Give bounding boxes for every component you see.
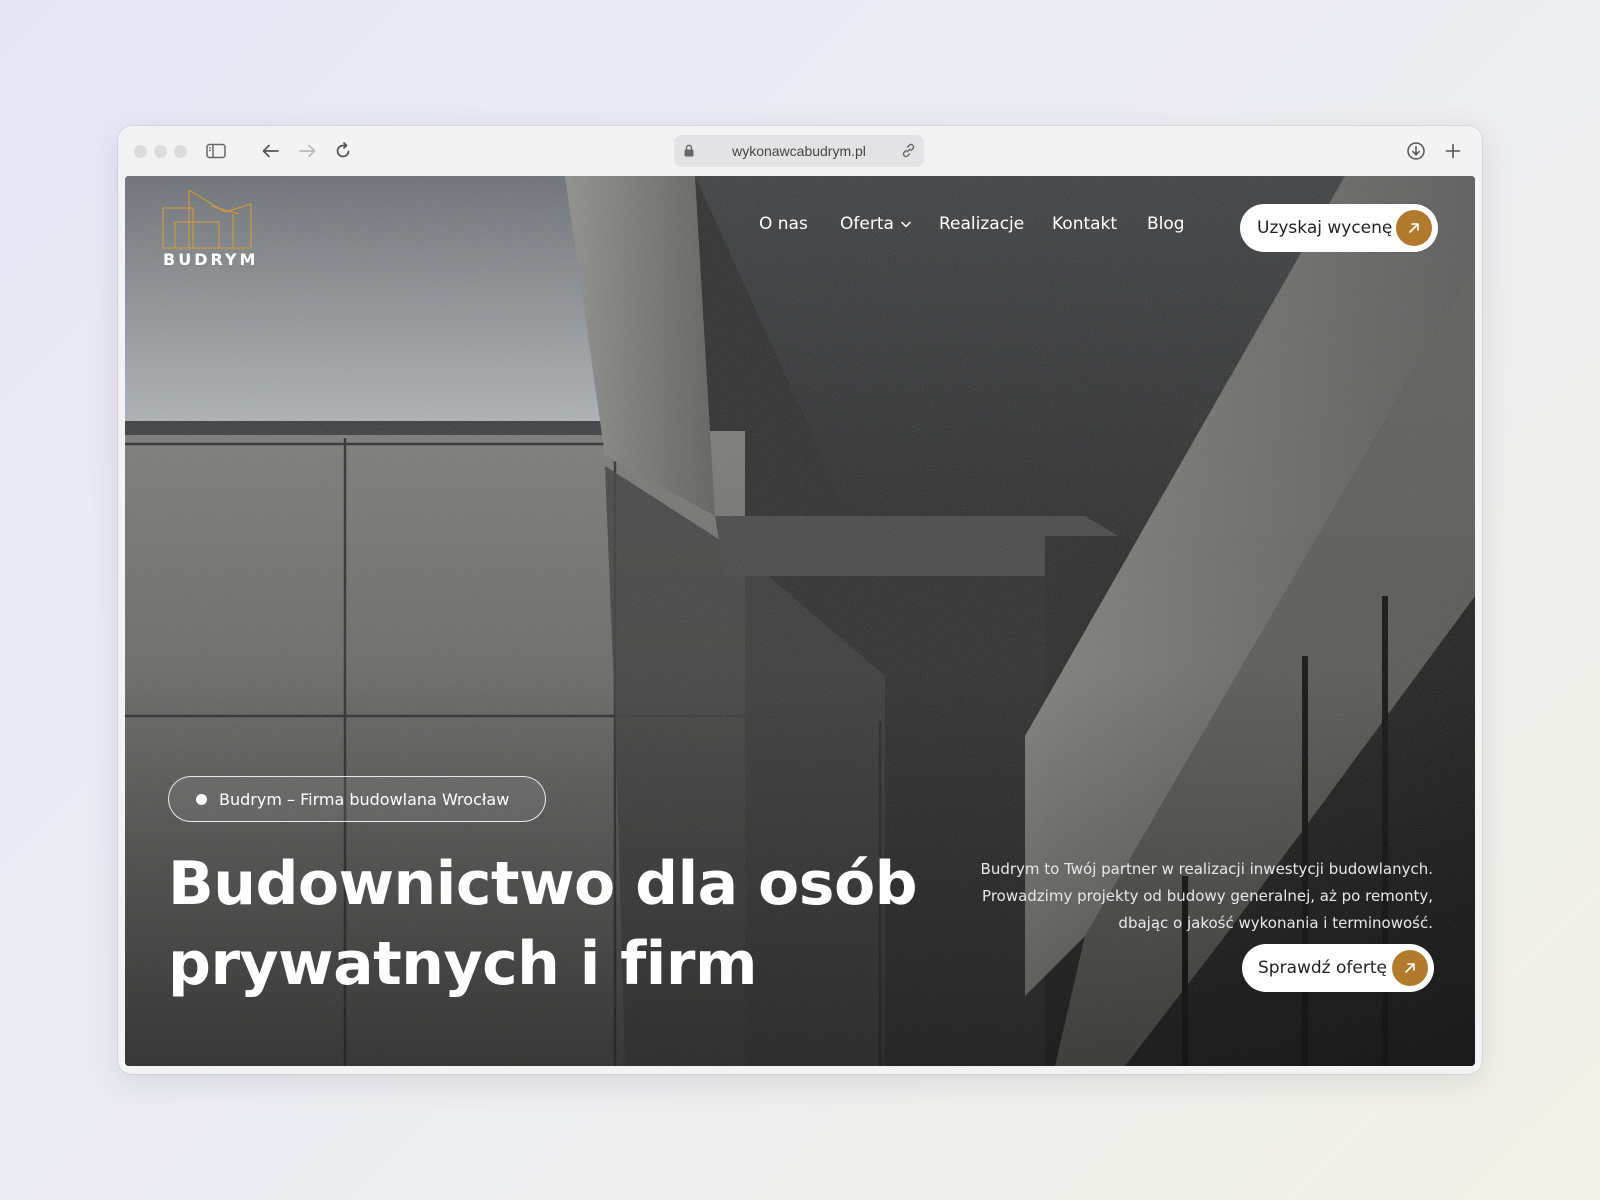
hero-headline-line2: prywatnych i firm [168, 929, 757, 999]
close-window-button[interactable] [134, 145, 147, 158]
hero-badge-text: Budrym – Firma budowlana Wrocław [219, 789, 510, 809]
zoom-window-button[interactable] [174, 145, 187, 158]
chevron-down-icon [901, 221, 912, 227]
nav-item-blog[interactable]: Blog [1147, 214, 1185, 234]
hero-description: Budrym to Twój partner w realizacji inwe… [913, 856, 1433, 937]
check-offer-label: Sprawdź ofertę [1258, 958, 1387, 978]
get-quote-button[interactable]: Uzyskaj wycenę [1240, 204, 1438, 252]
forward-arrow-icon[interactable] [294, 138, 320, 164]
nav-item-oferta-label: Oferta [840, 214, 894, 234]
browser-window: wykonawcabudrym.pl BUDRYM O nas Oferta R… [118, 126, 1482, 1074]
browser-toolbar: wykonawcabudrym.pl [118, 126, 1482, 176]
nav-item-kontakt[interactable]: Kontakt [1052, 214, 1117, 234]
arrow-up-right-icon [1392, 950, 1428, 986]
url-text: wykonawcabudrym.pl [732, 143, 866, 159]
web-page-viewport: BUDRYM O nas Oferta Realizacje Kontakt B… [125, 176, 1475, 1066]
hero-description-line2: Prowadzimy projekty od budowy generalnej… [982, 887, 1433, 905]
hero-description-line3: dbając o jakość wykonania i terminowość. [1118, 914, 1433, 932]
hero-headline-line1: Budownictwo dla osób [168, 849, 918, 919]
get-quote-label: Uzyskaj wycenę [1257, 218, 1393, 238]
reload-icon[interactable] [330, 138, 356, 164]
sidebar-toggle-icon[interactable] [203, 138, 229, 164]
hero-headline: Budownictwo dla osób prywatnych i firm [168, 844, 928, 1004]
new-tab-icon[interactable] [1440, 138, 1466, 164]
nav-item-realizacje[interactable]: Realizacje [939, 214, 1024, 234]
minimize-window-button[interactable] [154, 145, 167, 158]
address-bar[interactable]: wykonawcabudrym.pl [674, 135, 924, 167]
download-icon[interactable] [1403, 138, 1429, 164]
check-offer-button[interactable]: Sprawdź ofertę [1242, 944, 1434, 992]
logo-text: BUDRYM [163, 250, 259, 269]
nav-item-oferta[interactable]: Oferta [840, 214, 912, 234]
nav-item-o-nas[interactable]: O nas [759, 214, 808, 234]
lock-icon [684, 144, 694, 160]
back-arrow-icon[interactable] [258, 138, 284, 164]
badge-dot-icon [196, 793, 207, 805]
arrow-up-right-icon [1396, 210, 1432, 246]
hero-badge: Budrym – Firma budowlana Wrocław [168, 776, 546, 822]
share-link-icon[interactable] [901, 143, 916, 161]
hero-description-line1: Budrym to Twój partner w realizacji inwe… [980, 860, 1433, 878]
